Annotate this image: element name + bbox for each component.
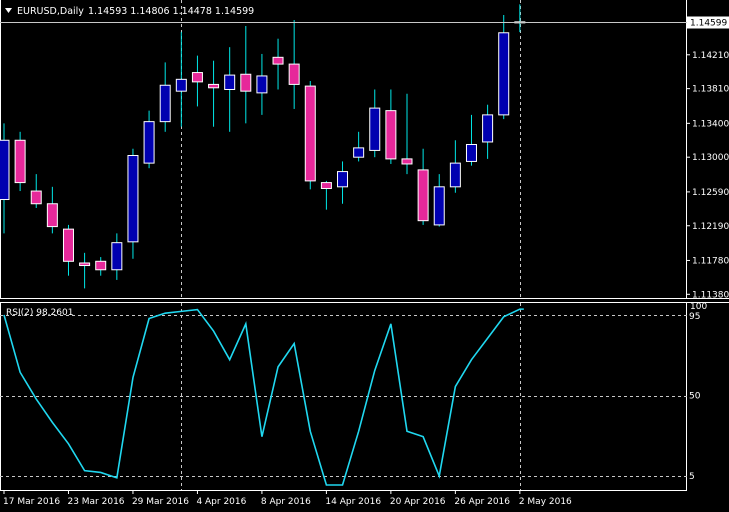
price-tick-label: 1.11780 <box>692 256 729 266</box>
current-price-label: 1.14599 <box>690 19 727 29</box>
date-tick-label: 17 Mar 2016 <box>3 497 60 507</box>
bear-candle <box>191 72 203 83</box>
bull-candle <box>224 74 236 90</box>
bear-candle <box>30 190 42 205</box>
price-tick-label: 1.14210 <box>692 51 729 61</box>
date-tick-label: 2 May 2016 <box>519 497 572 507</box>
date-tick-label: 26 Apr 2016 <box>454 497 510 507</box>
bull-candle <box>465 143 477 162</box>
date-tick-label: 8 Apr 2016 <box>261 497 311 507</box>
rsi-tick-label: 95 <box>689 312 700 322</box>
bull-candle <box>143 121 155 164</box>
bull-candle <box>337 171 349 188</box>
date-tick-label: 14 Apr 2016 <box>325 497 381 507</box>
bear-candle <box>304 85 316 182</box>
price-tick-label: 1.12190 <box>692 222 729 232</box>
bull-candle <box>175 78 187 92</box>
date-tick-label: 4 Apr 2016 <box>196 497 246 507</box>
bear-candle <box>208 83 220 89</box>
rsi-tick-label: 50 <box>689 392 701 402</box>
bull-candle <box>0 139 10 201</box>
bear-candle <box>288 63 300 85</box>
date-tick-label: 23 Mar 2016 <box>67 497 124 507</box>
bear-candle <box>79 262 91 267</box>
price-tick-label: 1.13400 <box>692 119 729 129</box>
ohlc-label: 1.14593 1.14806 1.14478 1.14599 <box>88 6 254 17</box>
date-tick-label: 29 Mar 2016 <box>132 497 189 507</box>
bear-candle <box>62 228 74 262</box>
bull-candle <box>127 155 139 243</box>
bull-candle <box>449 162 461 188</box>
bull-candle <box>498 32 510 116</box>
price-tick-label: 1.12590 <box>692 188 729 198</box>
price-tick-label: 1.13000 <box>692 153 729 163</box>
bull-candle <box>369 107 381 151</box>
bear-candle <box>385 110 397 160</box>
price-tick-label: 1.11380 <box>692 290 729 300</box>
bull-candle <box>159 84 171 123</box>
rsi-tick-label: 100 <box>690 302 707 312</box>
chart-header: EURUSD,Daily 1.14593 1.14806 1.14478 1.1… <box>5 6 254 17</box>
chart-background <box>0 0 729 512</box>
bull-candle <box>256 75 268 94</box>
bull-candle <box>353 147 365 158</box>
bull-candle <box>482 114 494 143</box>
bull-candle <box>111 242 123 271</box>
bull-candle <box>433 186 445 226</box>
bear-candle <box>14 139 26 184</box>
bear-candle <box>320 182 332 190</box>
bear-candle <box>95 260 107 271</box>
bear-candle <box>417 169 429 222</box>
bear-candle <box>240 73 252 92</box>
bear-candle <box>46 203 58 228</box>
date-tick-label: 20 Apr 2016 <box>390 497 446 507</box>
price-tick-label: 1.13810 <box>692 85 729 95</box>
bear-candle <box>272 56 284 65</box>
symbol-label: EURUSD,Daily <box>17 6 84 17</box>
rsi-label: RSI(2) 98.2601 <box>6 308 73 318</box>
rsi-tick-label: 5 <box>689 472 695 482</box>
bear-candle <box>401 158 413 165</box>
